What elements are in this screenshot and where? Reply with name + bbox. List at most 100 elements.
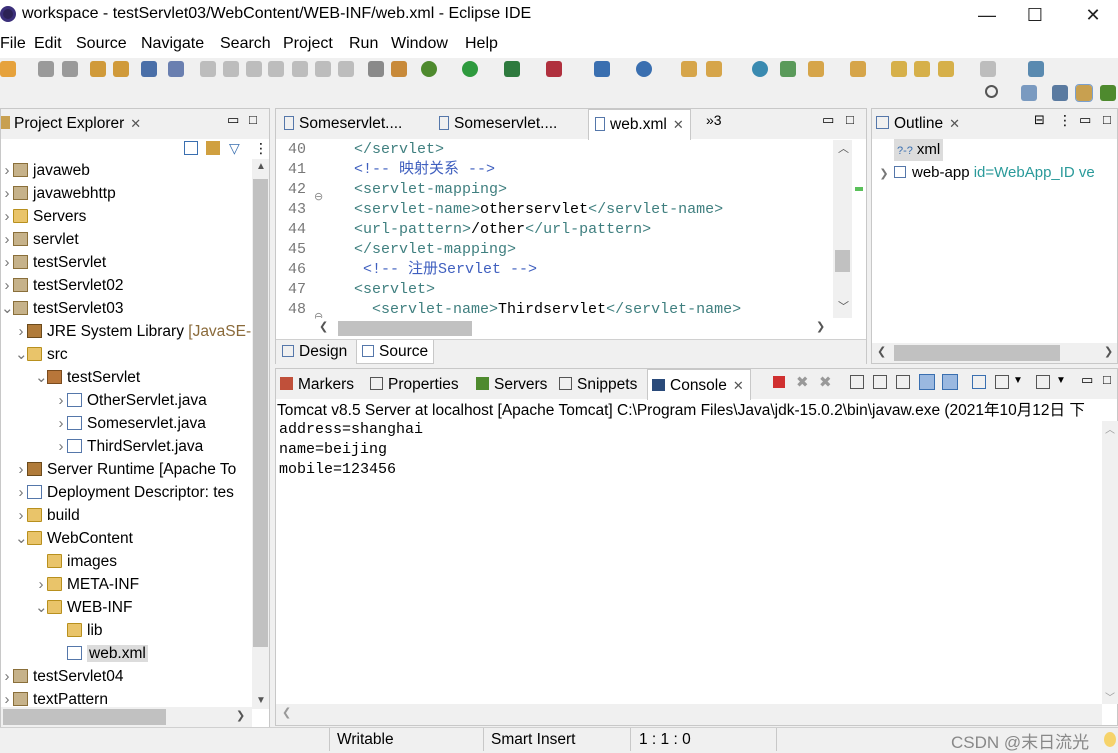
tree-item[interactable]: › testServlet02 — [1, 274, 124, 297]
clear-console-icon[interactable] — [850, 375, 864, 389]
editor-vertical-scrollbar[interactable]: ︿ ﹀ — [833, 140, 852, 318]
tree-horizontal-scrollbar[interactable]: ❯ — [1, 707, 252, 727]
menu-project[interactable]: Project — [283, 35, 333, 53]
editor-tab-someservlet-2[interactable]: Someservlet.... — [439, 115, 557, 133]
code-line[interactable]: 40 </servlet> — [276, 140, 444, 160]
chevron-right-icon[interactable]: › — [1, 205, 13, 228]
editor-horizontal-scrollbar[interactable]: ❮ ❯ — [316, 318, 833, 338]
new-java-project-icon[interactable] — [594, 61, 610, 77]
code-line[interactable]: 44 <url-pattern>/other</url-pattern> — [276, 220, 651, 240]
scroll-down-icon[interactable]: ▼ — [256, 695, 266, 706]
tab-properties[interactable]: Properties — [370, 376, 459, 394]
outline-item-xml[interactable]: ?-? xml — [894, 139, 944, 161]
chevron-right-icon[interactable]: › — [15, 458, 27, 481]
scroll-lock-icon[interactable] — [873, 375, 887, 389]
open-task-icon[interactable] — [681, 61, 697, 77]
tree-item[interactable]: › ThirdServlet.java — [1, 435, 204, 458]
tree-item[interactable]: › build — [1, 504, 80, 527]
close-tab-icon[interactable]: ✕ — [130, 116, 141, 131]
console-output[interactable]: address=shanghai name=beijing mobile=12345… — [276, 421, 1102, 704]
code-line[interactable]: 41 <!-- 映射关系 --> — [276, 160, 495, 180]
maximize-view-icon[interactable]: □ — [846, 112, 854, 127]
open-console-dropdown-icon[interactable]: ▼ — [1056, 375, 1066, 386]
console-horizontal-scrollbar[interactable]: ❮ — [276, 704, 1102, 725]
open-type-icon[interactable] — [90, 61, 106, 77]
step-into-icon[interactable] — [292, 61, 308, 77]
hscroll-thumb[interactable] — [3, 709, 166, 725]
code-area[interactable]: 40 </servlet> 41 <!-- 映射关系 --> 42 <servlet… — [276, 140, 833, 318]
remove-all-launches-icon[interactable]: ✖ — [819, 373, 832, 391]
tree-item[interactable]: ⌄ WEB-INF — [1, 596, 132, 619]
open-perspective-icon[interactable] — [1021, 85, 1037, 101]
scroll-left-icon[interactable]: ❮ — [877, 345, 886, 358]
outline-tab[interactable]: Outline ✕ — [876, 115, 960, 133]
skip-breakpoints-icon[interactable] — [168, 61, 184, 77]
collapse-all-icon[interactable]: ⊟ — [1034, 112, 1045, 128]
view-menu-icon[interactable]: ⋮ — [1058, 112, 1072, 129]
run-icon[interactable] — [462, 61, 478, 77]
chevron-right-icon[interactable]: › — [1, 274, 13, 297]
editor-scroll-thumb[interactable] — [835, 250, 850, 272]
chevron-down-icon[interactable]: ⌄ — [15, 343, 28, 366]
code-line[interactable]: 46 <!-- 注册Servlet --> — [276, 260, 537, 280]
editor-hscroll-thumb[interactable] — [338, 321, 472, 336]
lightbulb-icon[interactable] — [1104, 732, 1116, 747]
tree-item[interactable]: › testServlet04 — [1, 665, 124, 688]
source-tab[interactable]: Source — [356, 340, 435, 364]
open-resource-icon[interactable] — [113, 61, 129, 77]
filter-icon[interactable]: ▽ — [229, 140, 240, 157]
chevron-right-icon[interactable]: › — [1, 182, 13, 205]
chevron-right-icon[interactable]: › — [1, 665, 13, 688]
link-with-editor-icon[interactable] — [206, 141, 220, 155]
chevron-right-icon[interactable]: › — [55, 435, 67, 458]
tree-item[interactable]: › Server Runtime [Apache To — [1, 458, 237, 481]
menu-source[interactable]: Source — [76, 35, 127, 53]
chevron-down-icon[interactable]: ⌄ — [15, 527, 28, 550]
chevron-right-icon[interactable]: › — [55, 412, 67, 435]
last-edit-location-icon[interactable] — [891, 61, 907, 77]
expand-icon[interactable]: ❯ — [878, 163, 890, 185]
tree-item[interactable]: › textPattern — [1, 688, 108, 709]
save-all-icon[interactable] — [62, 61, 78, 77]
web-browser-icon[interactable] — [752, 61, 768, 77]
scroll-right-icon[interactable]: ❯ — [236, 709, 245, 722]
menu-file[interactable]: File — [0, 35, 26, 53]
scroll-down-icon[interactable]: ﹀ — [1105, 689, 1115, 704]
save-icon[interactable] — [38, 61, 54, 77]
scroll-up-icon[interactable]: ▲ — [256, 161, 266, 172]
project-explorer-tab[interactable]: Project Explorer ✕ — [1, 115, 141, 133]
tree-vertical-scrollbar[interactable]: ▲ ▼ — [252, 159, 269, 709]
menu-help[interactable]: Help — [465, 35, 498, 53]
display-console-dropdown-icon[interactable]: ▼ — [1013, 375, 1023, 386]
tree-item[interactable]: › Servers — [1, 205, 87, 228]
minimize-view-icon[interactable]: ▭ — [1079, 112, 1091, 128]
debug-icon[interactable] — [421, 61, 437, 77]
chevron-right-icon[interactable]: › — [35, 573, 47, 596]
menu-search[interactable]: Search — [220, 35, 271, 53]
external-tools-icon[interactable] — [546, 61, 562, 77]
menu-edit[interactable]: Edit — [34, 35, 62, 53]
view-menu-icon[interactable]: ⋮ — [254, 140, 268, 157]
drop-to-frame-icon[interactable] — [391, 61, 407, 77]
close-tab-icon[interactable]: ✕ — [673, 117, 684, 132]
step-return-icon[interactable] — [338, 61, 354, 77]
new-class-icon[interactable] — [636, 61, 652, 77]
code-line[interactable]: 43 <servlet-name>otherservlet</servlet-n… — [276, 200, 723, 220]
terminate-console-icon[interactable] — [773, 376, 785, 388]
minimize-view-icon[interactable]: ▭ — [227, 112, 239, 128]
chevron-down-icon[interactable]: ⌄ — [35, 366, 48, 389]
menu-navigate[interactable]: Navigate — [141, 35, 204, 53]
show-on-stderr-icon[interactable] — [942, 374, 958, 390]
tree-item[interactable]: ⌄ src — [1, 343, 68, 366]
design-tab[interactable]: Design — [282, 343, 347, 361]
chevron-right-icon[interactable]: › — [1, 688, 13, 709]
editor-tab-overflow[interactable]: »3 — [706, 112, 722, 128]
tree-item[interactable]: › testServlet — [1, 251, 107, 274]
tree-item[interactable]: ⌄ WebContent — [1, 527, 133, 550]
maximize-view-icon[interactable]: □ — [1103, 112, 1111, 127]
code-line[interactable]: 42 <servlet-mapping> — [276, 180, 507, 200]
minimize-view-icon[interactable]: ▭ — [822, 112, 834, 128]
overview-ruler-marker[interactable] — [855, 187, 863, 191]
pin-console-icon[interactable] — [972, 375, 986, 389]
tab-snippets[interactable]: Snippets — [559, 376, 637, 394]
